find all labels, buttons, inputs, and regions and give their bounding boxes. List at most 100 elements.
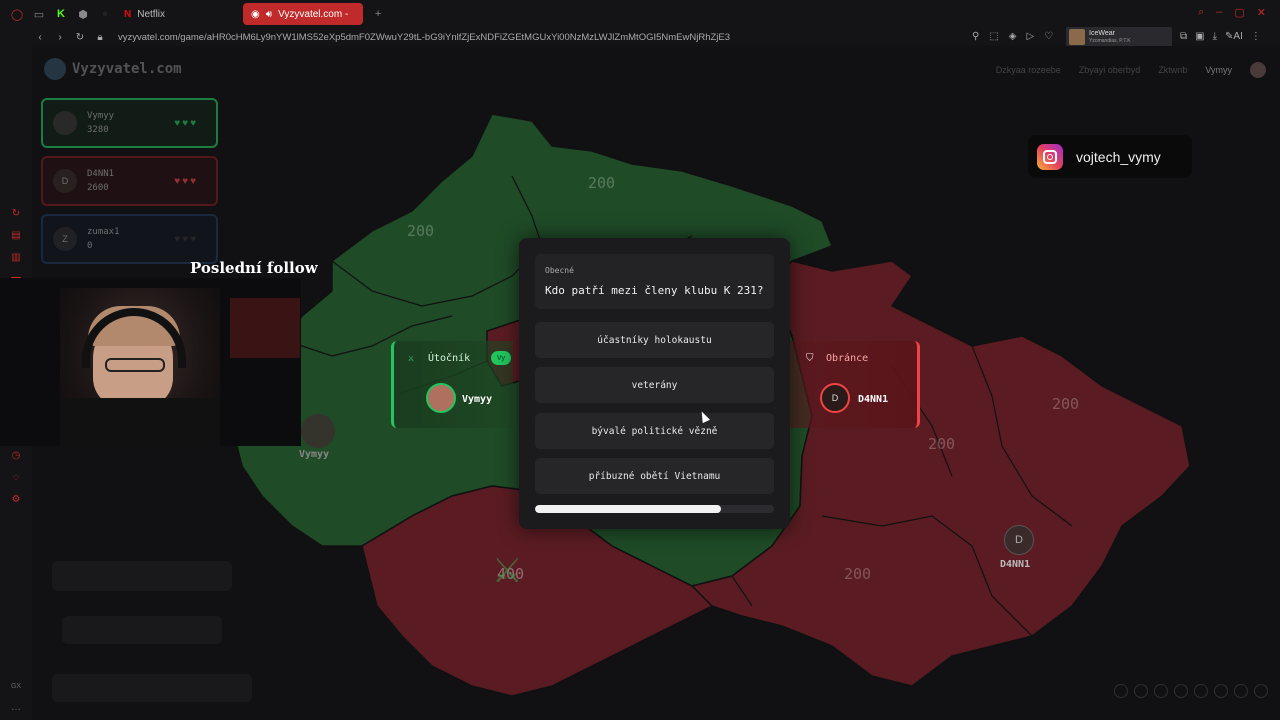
profile-card[interactable]: IceWear Yzomandias, P.T.K (1066, 27, 1172, 47)
answer-button[interactable]: příbuzné obětí Vietnamu (535, 458, 774, 494)
you-badge: Vy (491, 351, 511, 365)
wallet-icon[interactable]: ▣ (1195, 31, 1204, 42)
forward-icon[interactable]: › (50, 32, 70, 43)
emoji-icon[interactable] (1194, 684, 1208, 698)
webcam-feed (0, 278, 301, 446)
back-icon[interactable]: ‹ (30, 32, 50, 43)
extensions-icon[interactable]: ⧉ (1180, 31, 1187, 42)
player-avatar: D (53, 169, 77, 193)
question-category: Obecné (545, 266, 574, 275)
ai-icon[interactable]: ✎AI (1225, 31, 1243, 42)
instagram-overlay: vojtech_vymy (1028, 135, 1192, 178)
player-avatar (53, 111, 77, 135)
defender-avatar: D (820, 383, 850, 413)
map-player-marker: D (1004, 525, 1034, 555)
shield-icon: ⛉ (806, 353, 814, 364)
pinned-tab-icon[interactable]: ● (94, 3, 116, 25)
region-value: 200 (588, 174, 616, 192)
new-tab-icon[interactable]: + (367, 3, 389, 25)
region-value: 200 (928, 435, 956, 453)
nav-link[interactable]: Zbyayi oberbyd (1079, 65, 1141, 75)
player-score: 0 (87, 241, 93, 251)
emoji-icon[interactable] (1154, 684, 1168, 698)
close-icon[interactable]: ✕ (1257, 6, 1266, 19)
streamer-shirt (60, 398, 220, 446)
snapshot-icon[interactable]: ⬚ (989, 31, 998, 42)
nav-link[interactable]: Dzkyaa rozeebe (996, 65, 1061, 75)
browser-extensions: ⧉ ▣ ⤓ ✎AI ⋮ (1180, 31, 1261, 42)
pin-icon[interactable]: ⚲ (972, 31, 979, 42)
crossed-swords-icon: ⚔ (492, 552, 523, 590)
attacker-name: Vymyy (462, 394, 493, 405)
heart-icon[interactable]: ♡ (1044, 31, 1053, 42)
kick-icon[interactable]: K (50, 3, 72, 25)
last-follower-title: Poslední follow (190, 259, 318, 277)
hearts-icon: ♥♥♥ (174, 234, 198, 245)
map-avatar-name: Vymyy (299, 449, 330, 460)
user-name[interactable]: Vymyy (1205, 65, 1232, 75)
sword-icon: ⚔ (408, 353, 415, 364)
profile-sub: Yzomandias, P.T.K (1089, 38, 1131, 44)
answer-button[interactable]: bývalé politické vězně (535, 413, 774, 449)
emoji-icon[interactable] (1234, 684, 1248, 698)
tab-vyzyvatel[interactable]: ◉ 🔊︎ Vyzyvatel.com - Komun (243, 3, 364, 25)
clock-icon[interactable]: ◷ (10, 450, 22, 462)
workspace-icon[interactable]: ▭ (28, 3, 50, 25)
bag-icon[interactable]: ▤ (10, 230, 22, 242)
emoji-icon[interactable] (1134, 684, 1148, 698)
gx-icon[interactable]: GX (10, 681, 22, 693)
emoji-icon[interactable] (1114, 684, 1128, 698)
vyzyvatel-icon: ◉ (251, 8, 260, 20)
answer-button[interactable]: veterány (535, 367, 774, 403)
region-value: 200 (407, 222, 435, 240)
region-value: 200 (1052, 395, 1080, 413)
map-player-name: D4NN1 (1000, 559, 1031, 570)
emoji-icon[interactable] (1174, 684, 1188, 698)
url-text[interactable]: vyzyvatel.com/game/aHR0cHM6Ly9nYW1lMS52e… (118, 32, 730, 43)
emoji-icon[interactable] (1214, 684, 1228, 698)
blurred-input (52, 674, 252, 702)
history-icon[interactable]: ↻ (10, 208, 22, 220)
top-nav: Dzkyaa rozeebe Zbyayi oberbyd Zktwnb Vym… (996, 62, 1266, 78)
answer-button[interactable]: účastníky holokaustu (535, 322, 774, 358)
opera-logo-icon[interactable]: ◯ (6, 3, 28, 25)
tab-label: Netflix (137, 8, 166, 20)
nav-link[interactable]: Zktwnb (1158, 65, 1187, 75)
background-light (230, 298, 300, 358)
player-card: Z zumax1 0 ♥♥♥ (41, 214, 218, 264)
search-icon[interactable]: ⌕ (1198, 6, 1204, 19)
menu-icon[interactable]: ⋮ (1251, 31, 1261, 42)
site-logo[interactable]: Vyzyvatel.com (44, 58, 182, 80)
avatar[interactable] (1250, 62, 1266, 78)
minimize-icon[interactable]: – (1216, 6, 1222, 19)
speaker-icon[interactable]: 🔊︎ (266, 9, 272, 20)
defender-panel: ⛉ Obránce D D4NN1 (790, 341, 920, 428)
emoji-icon[interactable] (1254, 684, 1268, 698)
settings-icon[interactable]: ⚙ (10, 494, 22, 506)
play-icon[interactable]: ▷ (1026, 31, 1034, 42)
site-name: Vyzyvatel.com (72, 61, 182, 77)
more-icon[interactable]: … (10, 702, 22, 714)
window-controls: ⌕ – ▢ ✕ (1198, 6, 1266, 19)
question-text: Kdo patří mezi členy klubu K 231? (545, 284, 764, 297)
map-avatar (301, 414, 335, 448)
instagram-handle: vojtech_vymy (1076, 148, 1161, 165)
attacker-role: Útočník (428, 353, 471, 364)
attacker-panel: ⚔ Útočník Vy Vymyy (391, 341, 513, 428)
reload-icon[interactable]: ↻ (70, 32, 90, 43)
shield-icon[interactable]: ⬢ (72, 3, 94, 25)
chat-icon[interactable]: ▥ (10, 252, 22, 264)
region-value: 200 (844, 565, 872, 583)
shield-icon[interactable]: ◈ (1009, 31, 1017, 42)
profile-name: IceWear (1089, 30, 1115, 37)
download-icon[interactable]: ⤓ (1213, 31, 1217, 42)
netflix-icon: N (124, 8, 132, 20)
maximize-icon[interactable]: ▢ (1234, 6, 1244, 19)
tab-netflix[interactable]: N Netflix (116, 3, 173, 25)
hearts-icon: ♥♥♥ (174, 118, 198, 129)
timer-fill (535, 505, 722, 513)
lock-icon: 🔒︎ (97, 31, 103, 43)
hearts-icon: ♥♥♥ (174, 176, 198, 187)
globe-icon (44, 58, 66, 80)
message-icon[interactable]: ◌ (10, 472, 22, 484)
